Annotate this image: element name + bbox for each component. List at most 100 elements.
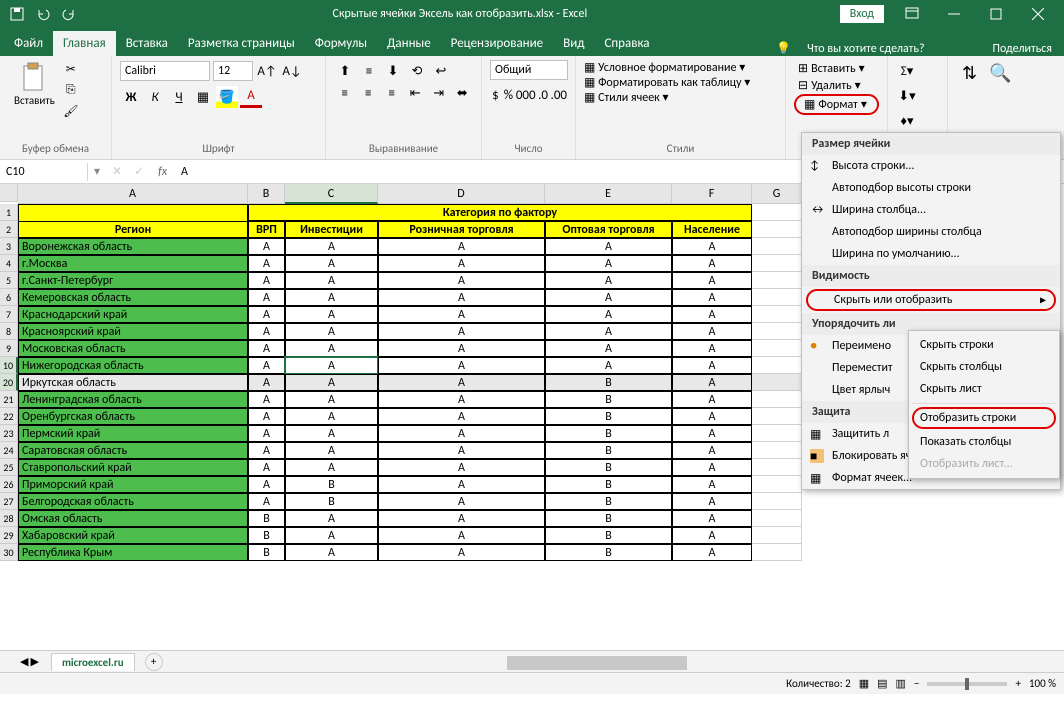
submenu-hide-rows[interactable]: Скрыть строки [912,334,1056,356]
tab-data[interactable]: Данные [377,31,441,56]
sheet-prev-icon[interactable]: ◀ [20,655,28,668]
cell[interactable]: A [248,340,285,357]
cell[interactable]: Оптовая торговля [545,221,672,238]
ribbon-options-icon[interactable] [892,0,932,28]
fontsize-select[interactable] [213,61,253,81]
row-header[interactable]: 22 [0,408,18,425]
row-header[interactable]: 1 [0,204,18,221]
cell[interactable]: A [285,255,378,272]
border-button[interactable]: ▦ [192,86,214,108]
view-layout-icon[interactable]: ▤ [877,677,887,690]
cell[interactable]: A [248,374,285,391]
cell[interactable]: Инвестиции [285,221,378,238]
numberformat-select[interactable] [490,60,568,80]
row-header[interactable]: 28 [0,510,18,527]
cell[interactable]: A [248,289,285,306]
cell[interactable]: A [378,459,545,476]
cell[interactable]: A [672,272,752,289]
cell[interactable]: Ставропольский край [18,459,248,476]
enter-icon[interactable]: ✓ [128,164,150,179]
cell[interactable]: A [672,459,752,476]
cell[interactable]: Кемеровская область [18,289,248,306]
merge-icon[interactable]: ⬌ [452,82,474,104]
cell[interactable]: B [248,527,285,544]
insert-cells-button[interactable]: ⊞ Вставить ▾ [794,60,879,77]
tab-help[interactable]: Справка [594,31,659,56]
cell[interactable]: A [672,493,752,510]
row-header[interactable]: 8 [0,323,18,340]
cell[interactable]: Хабаровский край [18,527,248,544]
decrease-font-icon[interactable]: A↓ [281,60,303,82]
cell[interactable] [752,272,802,289]
row-header[interactable]: 29 [0,527,18,544]
cell[interactable]: A [672,425,752,442]
login-button[interactable]: Вход [840,5,884,23]
cell[interactable] [752,289,802,306]
cell[interactable]: Омская область [18,510,248,527]
cell[interactable]: B [545,408,672,425]
cell[interactable]: A [378,357,545,374]
menu-row-height[interactable]: ↕Высота строки... [802,155,1060,177]
row-header[interactable]: 2 [0,221,18,238]
cell[interactable]: Население [672,221,752,238]
cell[interactable]: A [672,544,752,561]
cell[interactable] [752,493,802,510]
undo-icon[interactable] [32,3,54,25]
cell[interactable] [752,221,802,238]
cell[interactable]: Красноярский край [18,323,248,340]
cell[interactable] [752,340,802,357]
cell[interactable]: A [248,306,285,323]
cell[interactable] [752,425,802,442]
cell[interactable] [752,238,802,255]
cell[interactable]: A [672,374,752,391]
cell[interactable]: A [378,510,545,527]
cell[interactable]: A [672,510,752,527]
cell[interactable]: Саратовская область [18,442,248,459]
cell[interactable]: B [545,527,672,544]
cell[interactable]: B [545,476,672,493]
cell[interactable]: A [378,442,545,459]
cell[interactable]: A [285,408,378,425]
cell[interactable]: A [378,527,545,544]
cell[interactable]: A [545,323,672,340]
cell[interactable]: Иркутская область [18,374,248,391]
indent-inc-icon[interactable]: ⇥ [428,82,450,104]
menu-autofit-col[interactable]: Автоподбор ширины столбца [802,221,1060,243]
zoom-out-icon[interactable]: − [914,677,919,690]
cell[interactable]: Приморский край [18,476,248,493]
wrap-text-icon[interactable]: ↩ [430,60,452,82]
cell[interactable] [752,323,802,340]
cell[interactable]: A [672,357,752,374]
tab-file[interactable]: Файл [4,31,53,56]
cell[interactable]: Пермский край [18,425,248,442]
cell[interactable]: A [545,272,672,289]
cell[interactable]: B [545,544,672,561]
format-painter-icon[interactable]: 🖌 [61,102,81,120]
view-pagebreak-icon[interactable]: ▥ [896,677,906,690]
col-header[interactable]: E [545,184,672,204]
tab-review[interactable]: Рецензирование [441,31,553,56]
menu-default-width[interactable]: Ширина по умолчанию... [802,243,1060,265]
add-sheet-button[interactable]: + [145,653,163,671]
cell[interactable]: A [672,238,752,255]
cell[interactable]: A [545,357,672,374]
row-header[interactable]: 5 [0,272,18,289]
cell[interactable]: A [285,442,378,459]
zoom-level[interactable]: 100 % [1029,677,1056,690]
cell[interactable]: A [378,408,545,425]
cell[interactable] [752,391,802,408]
row-header[interactable]: 20 [0,374,18,391]
paste-button[interactable]: Вставить [8,60,61,120]
col-header[interactable]: G [752,184,802,204]
cell[interactable]: Розничная торговля [378,221,545,238]
cell[interactable]: A [545,340,672,357]
namebox[interactable]: C10 [0,163,88,181]
cell[interactable] [18,204,248,221]
cell[interactable]: A [248,238,285,255]
fontcolor-button[interactable]: A [240,86,262,108]
cell[interactable]: A [378,476,545,493]
submenu-show-sheet[interactable]: Отобразить лист... [912,453,1056,475]
cell[interactable]: A [248,442,285,459]
align-left-icon[interactable]: ≡ [334,82,356,104]
cell[interactable]: A [285,374,378,391]
